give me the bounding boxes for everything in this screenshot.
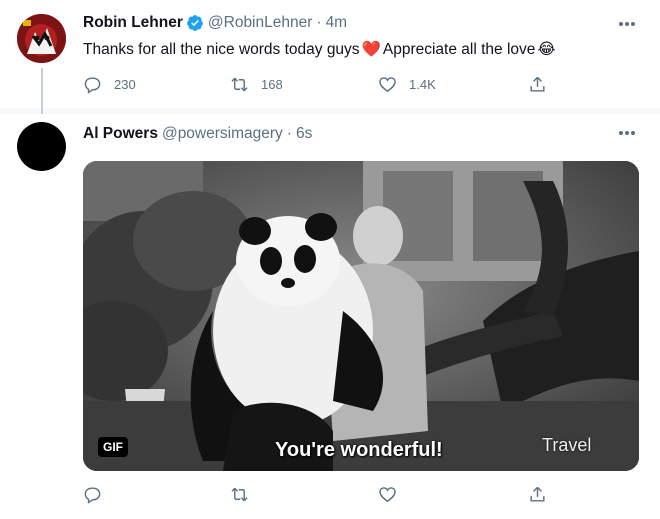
retweet-count: 168 (261, 77, 283, 92)
tweet-text-part1: Thanks for all the nice words today guys (83, 40, 360, 58)
share-button[interactable] (528, 485, 547, 504)
like-button[interactable] (378, 485, 397, 504)
reply-icon (84, 77, 101, 94)
heart-icon (379, 487, 396, 503)
heart-emoji: ❤️ (361, 41, 381, 58)
tweet2-actions (83, 485, 563, 509)
avatar-robin-lehner[interactable] (17, 14, 66, 63)
gif-brand-watermark: Travel (542, 435, 592, 455)
panda-gif-image (83, 161, 639, 471)
tweet1-actions: 230 168 1.4K (83, 75, 563, 99)
tweet1-text: Thanks for all the nice words today guys… (83, 40, 558, 59)
handle[interactable]: @powersimagery (162, 125, 283, 143)
more-options-icon[interactable] (616, 16, 638, 32)
laughing-emoji: 😂 (537, 41, 556, 58)
avatar-al-powers[interactable] (17, 122, 66, 171)
retweet-icon (231, 77, 248, 92)
display-name[interactable]: Robin Lehner (83, 14, 183, 32)
heart-icon (379, 77, 396, 93)
reply-count: 230 (114, 77, 136, 92)
separator-dot: · (316, 14, 322, 31)
share-icon (530, 76, 545, 92)
reply-button[interactable]: 230 (83, 75, 136, 94)
tweet-al-powers[interactable]: Al Powers @powersimagery · 6s GIF You're… (0, 114, 660, 519)
tweet2-header: Al Powers @powersimagery · 6s (83, 125, 312, 143)
like-count: 1.4K (409, 77, 436, 92)
like-button[interactable]: 1.4K (378, 75, 436, 94)
retweet-button[interactable] (230, 485, 249, 504)
gif-badge: GIF (98, 437, 128, 457)
reply-icon (84, 487, 101, 504)
reply-button[interactable] (83, 485, 102, 504)
tweet1-header: Robin Lehner @RobinLehner · 4m (83, 14, 347, 32)
handle[interactable]: @RobinLehner (208, 14, 313, 32)
more-options-icon[interactable] (616, 125, 638, 141)
gif-caption: You're wonderful! (275, 439, 443, 461)
tweet-robin-lehner[interactable]: Robin Lehner @RobinLehner · 4m Thanks fo… (0, 0, 660, 108)
share-icon (530, 486, 545, 502)
gif-media[interactable]: GIF You're wonderful! Travel (83, 161, 639, 471)
share-button[interactable] (528, 75, 547, 94)
timestamp[interactable]: 6s (296, 125, 312, 143)
retweet-icon (231, 487, 248, 502)
tweet-text-part2: Appreciate all the love (382, 40, 536, 58)
verified-badge-icon (186, 14, 204, 32)
thread-connector-line (41, 68, 43, 116)
retweet-button[interactable]: 168 (230, 75, 283, 94)
separator-dot: · (286, 125, 292, 142)
display-name[interactable]: Al Powers (83, 125, 158, 143)
timestamp[interactable]: 4m (326, 14, 348, 32)
